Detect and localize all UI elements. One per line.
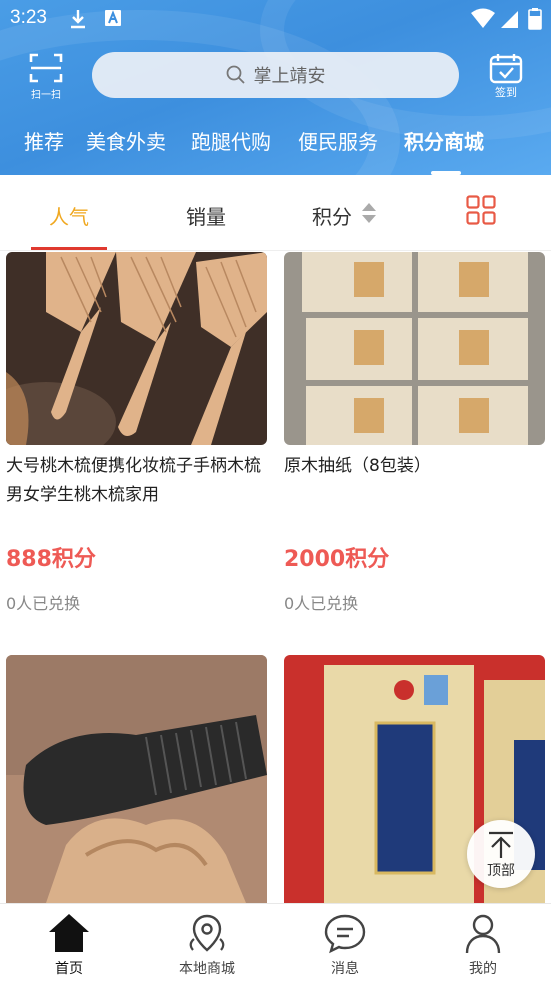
tab-home[interactable]: 首页 (0, 904, 138, 981)
status-time: 3:23 (10, 7, 47, 28)
app-notification-icon (104, 8, 122, 32)
search-placeholder: 掌上靖安 (253, 66, 326, 87)
product-name: 大号桃木梳便携化妆梳子手柄木梳男女学生桃木梳家用 (6, 456, 261, 505)
scan-label: 扫一扫 (31, 90, 61, 101)
sort-arrows-icon[interactable] (361, 202, 377, 224)
message-icon (324, 914, 366, 954)
product-card[interactable] (6, 655, 267, 903)
sign-in-button[interactable]: 签到 (484, 52, 528, 100)
tab-messages[interactable]: 消息 (276, 904, 414, 981)
sort-sales[interactable]: 销量 (186, 201, 226, 230)
tab-points-mall[interactable]: 积分商城 (404, 126, 484, 155)
wifi-icon (470, 8, 496, 34)
search-input[interactable]: 掌上靖安 (92, 52, 459, 98)
product-image[interactable] (6, 655, 267, 903)
tab-label: 消息 (331, 961, 359, 977)
tab-label: 我的 (469, 961, 497, 977)
back-to-top-label: 顶部 (487, 863, 515, 879)
sign-label: 签到 (495, 86, 517, 99)
user-icon (465, 914, 501, 954)
grid-view-icon[interactable] (466, 195, 496, 225)
scan-button[interactable]: 扫一扫 (22, 52, 70, 101)
active-sort-indicator (31, 247, 107, 250)
home-icon (49, 914, 89, 952)
calendar-check-icon (489, 54, 523, 84)
product-sold-count: 0人已兑换 (284, 594, 359, 613)
arrow-up-icon (489, 831, 513, 858)
tab-local-mall[interactable]: 本地商城 (138, 904, 276, 981)
product-image[interactable] (284, 252, 545, 445)
battery-icon (528, 8, 542, 34)
product-price: 2000积分 (284, 547, 390, 572)
product-price: 888积分 (6, 547, 96, 572)
search-icon (226, 65, 245, 84)
scan-icon (29, 53, 63, 83)
signal-icon (500, 8, 520, 34)
tab-profile[interactable]: 我的 (414, 904, 551, 981)
product-name: 原木抽纸（8包装） (284, 456, 431, 476)
product-card[interactable]: 原木抽纸（8包装） 2000积分 0人已兑换 (284, 252, 545, 632)
app-header: 3:23 扫一扫 掌上靖安 签到 推荐 美食外卖 跑腿代购 便民服务 积分商城 (0, 0, 551, 175)
category-nav: 推荐 美食外卖 跑腿代购 便民服务 积分商城 (0, 126, 551, 166)
status-bar: 3:23 (0, 0, 551, 38)
tab-recommend[interactable]: 推荐 (24, 126, 64, 155)
location-icon (189, 914, 225, 952)
bottom-nav: 首页 本地商城 消息 我的 (0, 903, 551, 981)
tab-errand[interactable]: 跑腿代购 (191, 126, 271, 155)
back-to-top-button[interactable]: 顶部 (467, 820, 535, 888)
product-image[interactable] (6, 252, 267, 445)
tab-label: 本地商城 (179, 961, 235, 977)
tab-label: 首页 (55, 961, 83, 977)
download-icon (68, 8, 88, 34)
product-sold-count: 0人已兑换 (6, 594, 81, 613)
product-card[interactable]: 大号桃木梳便携化妆梳子手柄木梳男女学生桃木梳家用 888积分 0人已兑换 (6, 252, 267, 632)
tab-food-delivery[interactable]: 美食外卖 (86, 126, 166, 155)
tab-services[interactable]: 便民服务 (298, 126, 378, 155)
sort-points[interactable]: 积分 (312, 201, 352, 230)
sort-popularity[interactable]: 人气 (49, 201, 89, 230)
